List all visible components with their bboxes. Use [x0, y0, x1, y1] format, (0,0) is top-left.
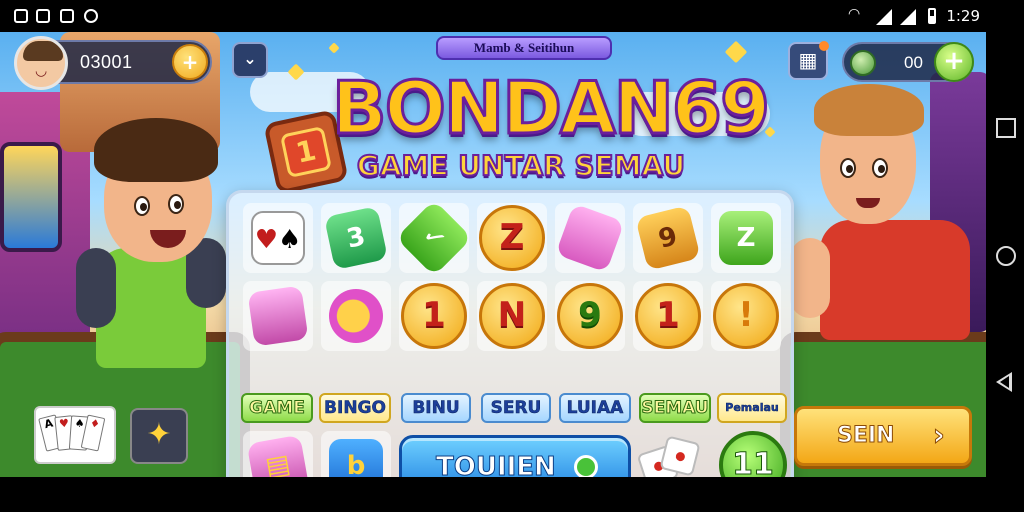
character-boy-left [76, 118, 236, 418]
green-z-icon: Z [719, 211, 773, 265]
notification-icon [36, 9, 50, 23]
notification-icon [60, 9, 74, 23]
z-coin-icon: Z [479, 205, 545, 271]
cards-game-button[interactable]: A ♥ ♠ ♦ [34, 406, 116, 464]
game-tile-9[interactable]: 9 [633, 203, 703, 273]
spin-button[interactable]: SEIN › [794, 406, 972, 466]
game-tile-z-coin[interactable]: Z [477, 203, 547, 273]
game-tile-coin-n[interactable]: N [477, 281, 547, 351]
game-tile-cards[interactable]: ♥♠ [243, 203, 313, 273]
signal-icon [900, 9, 916, 25]
game-tile-check[interactable]: ✓ [395, 199, 473, 277]
notification-dot [819, 41, 829, 51]
game-tile-coin-1b[interactable]: 1 [633, 281, 703, 351]
category-luiaa[interactable]: LUIAA [559, 393, 631, 423]
calculator-menu-button[interactable]: ▦ [788, 41, 829, 80]
category-pemalau[interactable]: Pemalau [717, 393, 787, 423]
profile-coins-bar[interactable]: 03001 + [14, 36, 212, 90]
orange-block-icon: 9 [635, 205, 701, 271]
pink-die-icon [555, 203, 625, 273]
game-screen: 03001 + ⌄ ▦ 00 + Mamb & Seitihun 1 BONDA… [0, 32, 986, 477]
game-tile-coin-9[interactable]: 9 [555, 281, 625, 351]
signal-icon [876, 9, 892, 25]
game-logo: BONDAN69 [330, 65, 771, 152]
character-boy-right [790, 84, 980, 388]
green-cube-icon: 3 [323, 205, 389, 271]
coins-value: 03001 [80, 52, 133, 72]
gem-icon [850, 50, 876, 76]
avatar[interactable] [14, 36, 68, 90]
notification-icon [84, 9, 98, 23]
game-tile-3[interactable]: 3 [321, 203, 391, 273]
purple-box-icon [247, 285, 309, 347]
playing-cards-icon: ♥♠ [251, 211, 305, 265]
game-tile-z-green[interactable]: Z [711, 203, 781, 273]
coin-exclamation-icon: ! [713, 283, 779, 349]
game-selection-panel: ♥♠ 3 ✓ Z 9 Z 1 N 9 1 ! GAME BINGO BINU S… [226, 190, 794, 477]
chevron-down-icon[interactable]: ⌄ [232, 42, 268, 78]
battery-icon [928, 8, 936, 24]
clock: 1:29 [946, 7, 980, 25]
game-tile-letter[interactable]: b [321, 431, 391, 477]
dice-icon[interactable] [636, 435, 701, 477]
category-seru[interactable]: SERU [481, 393, 551, 423]
add-gems-button[interactable]: + [934, 42, 974, 82]
letter-b-icon: b [329, 439, 383, 477]
game-tile-dice-pink[interactable] [555, 203, 625, 273]
recents-icon[interactable] [996, 118, 1016, 138]
category-binu[interactable]: BINU [401, 393, 471, 423]
level-badge[interactable]: 11 [719, 431, 787, 477]
coin-1-icon: 1 [635, 283, 701, 349]
category-bingo[interactable]: BINGO [319, 393, 391, 423]
check-icon: ✓ [395, 199, 473, 277]
category-game[interactable]: GAME [241, 393, 313, 423]
coin-9-icon: 9 [557, 283, 623, 349]
monster-icon [329, 289, 383, 343]
gems-value: 00 [904, 53, 923, 72]
wifi-icon: ◠ [848, 6, 861, 22]
power-icon [574, 455, 598, 477]
game-tile-purple-box[interactable] [243, 281, 313, 351]
puzzle-icon[interactable]: ✦ [130, 408, 188, 464]
slot-box-icon: ▤ [246, 434, 310, 477]
coin-1-icon: 1 [401, 283, 467, 349]
gems-bar[interactable]: 00 + [842, 42, 974, 82]
android-nav-bar [986, 32, 1024, 512]
game-tile-slot[interactable]: ▤ [243, 431, 313, 477]
coin-n-icon: N [479, 283, 545, 349]
game-tile-coin-1[interactable]: 1 [399, 281, 469, 351]
letterbox-bottom [0, 477, 986, 512]
status-bar: ◠ 1:29 [0, 0, 1024, 32]
start-tournament-button[interactable]: TOUIIEN [399, 435, 631, 477]
spin-button-label: SEIN [836, 423, 895, 449]
notification-icon [14, 9, 28, 23]
back-icon[interactable] [996, 372, 1012, 392]
home-icon[interactable] [996, 246, 1016, 266]
game-tile-monster[interactable] [321, 281, 391, 351]
game-tile-coin-exclaim[interactable]: ! [711, 281, 781, 351]
chevron-right-icon: › [932, 418, 945, 454]
start-button-label: TOUIIEN [436, 452, 557, 478]
sparkle-icon [328, 42, 340, 54]
title-ribbon: Mamb & Seitihun [436, 36, 612, 60]
game-tagline: GAME UNTAR SEMAU [356, 148, 686, 183]
arcade-screen-left [0, 142, 62, 252]
add-coins-button[interactable]: + [172, 44, 208, 80]
category-semau[interactable]: SEMAU [639, 393, 711, 423]
